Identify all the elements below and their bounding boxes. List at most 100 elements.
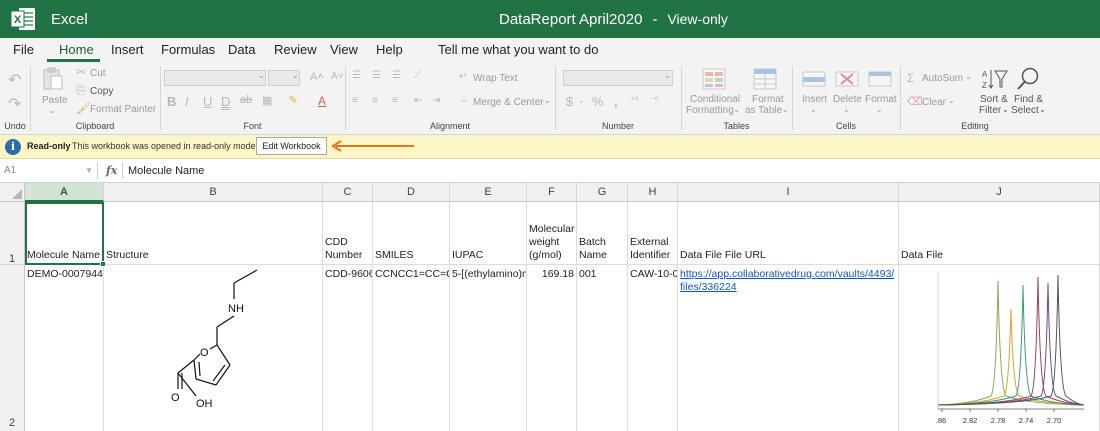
merge-center-icon: ⇔ (459, 95, 469, 106)
column-header-d[interactable]: D (373, 183, 450, 202)
menu-view[interactable]: View (330, 42, 358, 57)
edit-workbook-button[interactable]: Edit Workbook (256, 137, 327, 155)
sort-filter-line2[interactable]: Filter (979, 105, 1001, 116)
row-header-2[interactable]: 2 (0, 265, 25, 431)
header-cell-iupac[interactable]: IUPAC (450, 202, 527, 265)
column-header-h[interactable]: H (628, 183, 678, 202)
excel-logo-icon[interactable]: X (10, 7, 36, 31)
wrap-text-button[interactable]: Wrap Text (473, 73, 518, 84)
cell-batch-name[interactable]: 001 (577, 265, 628, 431)
column-header-e[interactable]: E (450, 183, 527, 202)
menu-review[interactable]: Review (274, 42, 317, 57)
menu-help[interactable]: Help (376, 42, 403, 57)
redo-icon[interactable]: ↷ (8, 94, 21, 114)
strikethrough-icon[interactable]: ab (240, 94, 252, 106)
header-cell-external-identifier[interactable]: External Identifier (628, 202, 678, 265)
name-box[interactable]: A1 ▼ (0, 162, 98, 179)
undo-icon[interactable]: ↶ (8, 70, 21, 90)
orientation-icon[interactable]: ⟋ (414, 70, 421, 81)
fill-handle[interactable] (100, 261, 106, 267)
structure-oh-label: OH (196, 398, 213, 410)
cell-external-identifier[interactable]: CAW-10-01 (628, 265, 678, 431)
formula-input[interactable]: Molecule Name (128, 165, 204, 177)
cell-molecular-weight[interactable]: 169.18 (527, 265, 577, 431)
cell-smiles[interactable]: CCNCC1=CC=C(O (373, 265, 450, 431)
format-as-table-line2[interactable]: as Table (745, 105, 782, 116)
cell-molecule-name[interactable]: DEMO-0007944 (25, 265, 104, 431)
header-cell-cdd-number[interactable]: CDD Number (323, 202, 373, 265)
cell-structure[interactable]: NH O O OH (104, 265, 323, 431)
menu-home[interactable]: Home (59, 42, 94, 57)
column-header-i[interactable]: I (678, 183, 899, 202)
comma-style-icon[interactable]: , (614, 94, 618, 109)
header-cell-smiles[interactable]: SMILES (373, 202, 450, 265)
find-select-line1[interactable]: Find & (1014, 94, 1043, 105)
header-cell-data-file[interactable]: Data File (899, 202, 1100, 265)
copy-button[interactable]: Copy (90, 86, 113, 97)
menu-data[interactable]: Data (228, 42, 255, 57)
column-header-g[interactable]: G (577, 183, 628, 202)
cell-cdd-number[interactable]: CDD-9606 (323, 265, 373, 431)
double-underline-icon[interactable]: D (221, 94, 230, 109)
data-file-link-line1[interactable]: https://app.collaborativedrug.com/vaults… (680, 268, 894, 280)
header-cell-molecular-weight[interactable]: Molecular weight (g/mol) (527, 202, 577, 265)
chevron-down-icon[interactable]: ▼ (85, 162, 93, 179)
paste-dropdown-icon[interactable]: ⌄ (49, 106, 56, 115)
column-header-a[interactable]: A (25, 183, 104, 202)
sort-filter-line1[interactable]: Sort & (980, 94, 1008, 105)
cell-data-file[interactable]: .86 2.82 2.78 2.74 2.70 (899, 265, 1100, 431)
font-name-dropdown[interactable] (164, 70, 266, 86)
conditional-formatting-line1[interactable]: Conditional (690, 94, 740, 105)
align-center-icon[interactable]: ≡ (372, 95, 378, 106)
increase-font-icon[interactable]: A˄ (310, 71, 324, 83)
format-cells-button[interactable]: Format (865, 94, 897, 105)
delete-cells-button[interactable]: Delete (833, 94, 862, 105)
decrease-indent-icon[interactable]: ⇤ (414, 95, 422, 106)
autosum-button[interactable]: AutoSum (922, 73, 963, 84)
align-right-icon[interactable]: ≡ (392, 95, 398, 106)
increase-indent-icon[interactable]: ⇥ (432, 95, 440, 106)
align-left-icon[interactable]: ≡ (352, 95, 358, 106)
bold-icon[interactable]: B (167, 94, 176, 109)
function-icon[interactable]: fx (106, 164, 117, 177)
conditional-formatting-line2[interactable]: Formatting (686, 105, 734, 116)
decrease-font-icon[interactable]: A˅ (331, 71, 344, 82)
tell-me-search[interactable]: Tell me what you want to do (438, 42, 598, 57)
paste-button[interactable]: Paste (42, 95, 68, 106)
borders-icon[interactable]: ▦ (262, 94, 272, 107)
select-all-corner[interactable] (0, 183, 25, 202)
format-painter-button[interactable]: Format Painter (90, 104, 156, 115)
clear-button[interactable]: Clear (922, 97, 946, 108)
cut-button[interactable]: Cut (90, 68, 106, 79)
data-file-link-line2[interactable]: files/336224 (680, 281, 737, 293)
menu-insert[interactable]: Insert (111, 42, 144, 57)
header-cell-batch-name[interactable]: Batch Name (577, 202, 628, 265)
percent-icon[interactable]: % (592, 94, 604, 109)
column-header-c[interactable]: C (323, 183, 373, 202)
align-middle-icon[interactable]: ☰ (372, 70, 381, 81)
italic-icon[interactable]: I (185, 94, 189, 109)
underline-icon[interactable]: U (203, 94, 212, 109)
font-color-icon[interactable]: A (318, 94, 326, 108)
cell-iupac[interactable]: 5-[(ethylamino)m (450, 265, 527, 431)
row-header-1[interactable]: 1 (0, 202, 25, 265)
column-header-f[interactable]: F (527, 183, 577, 202)
align-top-icon[interactable]: ☰ (352, 70, 361, 81)
number-format-dropdown[interactable] (563, 70, 673, 86)
merge-center-button[interactable]: Merge & Center (473, 97, 544, 108)
find-select-line2[interactable]: Select (1011, 105, 1039, 116)
currency-icon[interactable]: $ (566, 94, 573, 109)
menu-file[interactable]: File (13, 42, 34, 57)
column-header-j[interactable]: J (899, 183, 1100, 202)
format-as-table-line1[interactable]: Format (752, 94, 784, 105)
cell-data-file-url[interactable]: https://app.collaborativedrug.com/vaults… (678, 265, 899, 431)
fill-color-icon[interactable]: ✎ (288, 93, 298, 107)
increase-decimal-icon[interactable]: ⁺⁰ (630, 95, 638, 106)
header-cell-structure[interactable]: Structure (104, 202, 323, 265)
insert-cells-button[interactable]: Insert (802, 94, 827, 105)
align-bottom-icon[interactable]: ☰ (392, 70, 401, 81)
column-header-b[interactable]: B (104, 183, 323, 202)
header-cell-data-file-url[interactable]: Data File File URL (678, 202, 899, 265)
menu-formulas[interactable]: Formulas (161, 42, 215, 57)
decrease-decimal-icon[interactable]: ⁻⁰ (650, 95, 658, 106)
